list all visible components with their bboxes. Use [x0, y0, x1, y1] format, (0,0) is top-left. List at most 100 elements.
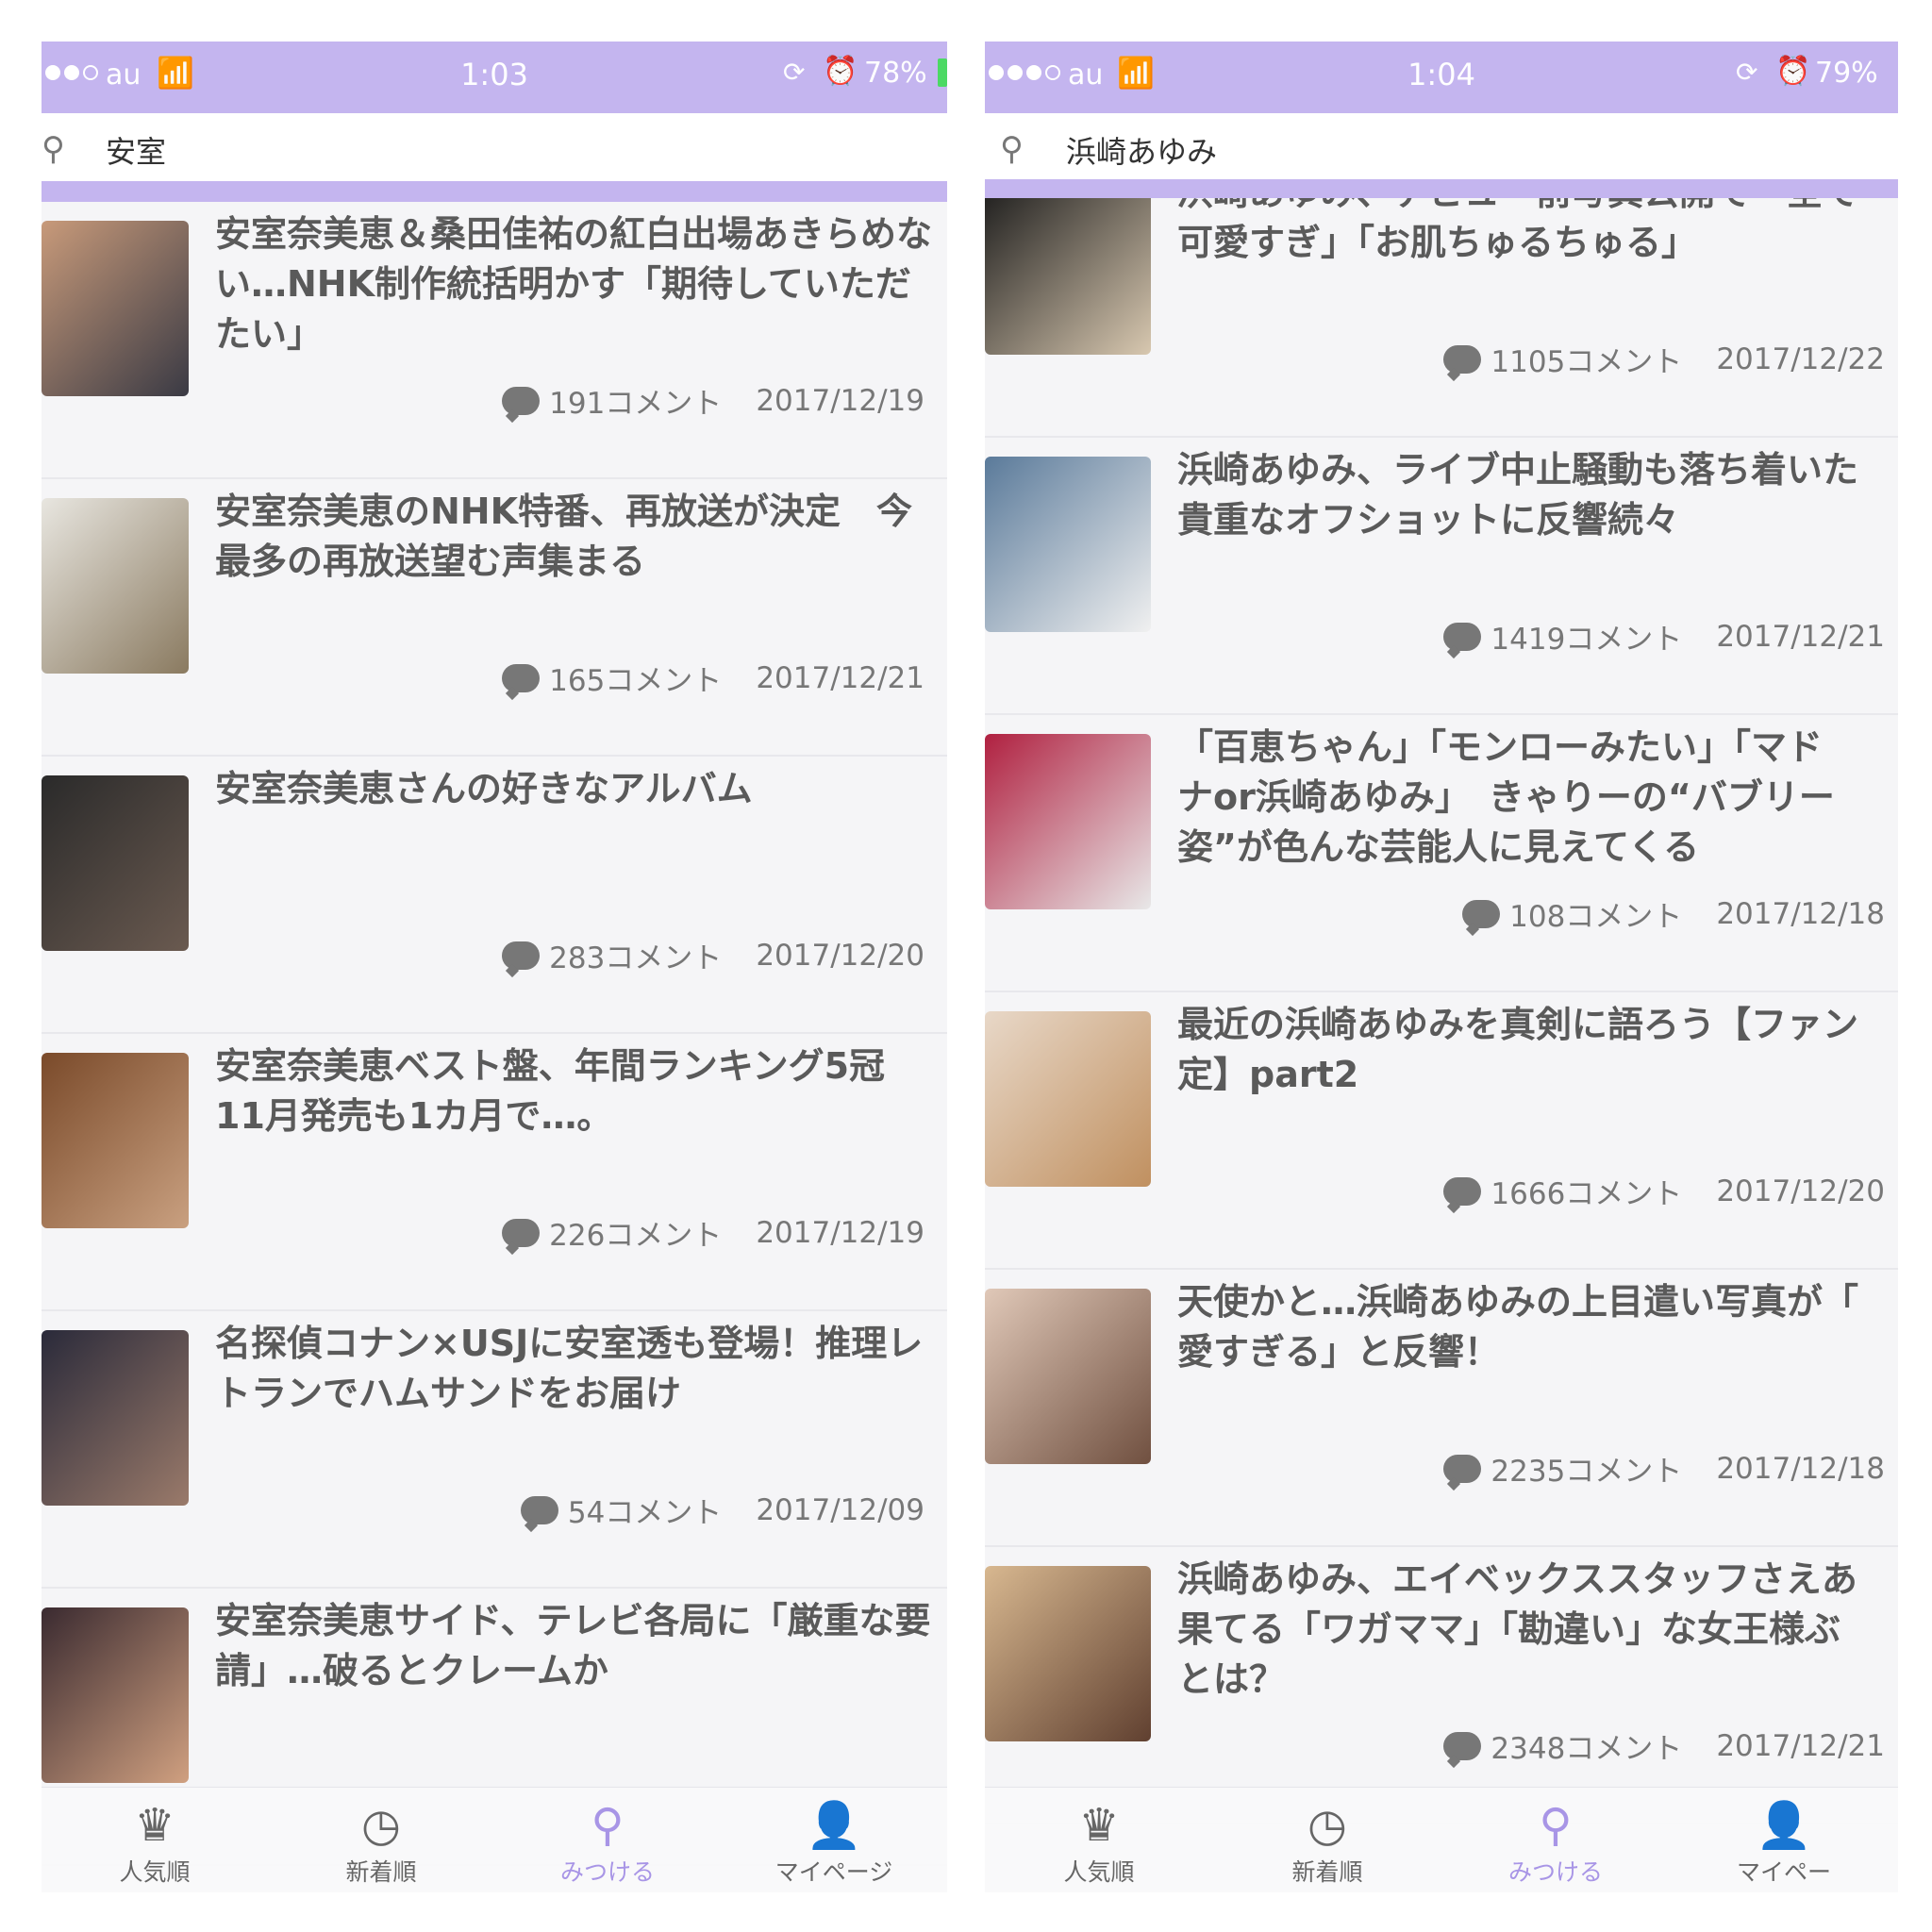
article-item[interactable]: 名探偵コナン×USJに安室透も登場！推理レ トランでハムサンドをお届け 54コメント… — [42, 1311, 947, 1589]
article-meta: 165コメント 2017/12/21 — [502, 657, 924, 699]
article-thumbnail — [42, 498, 189, 674]
alarm-icon: ⏰ — [1775, 55, 1811, 88]
tab-mypage[interactable]: 👤 マイペー — [1670, 1788, 1898, 1892]
article-meta: 226コメント 2017/12/19 — [502, 1211, 924, 1254]
article-title: 安室奈美恵ベスト盤、年間ランキング5冠 11月発売も1カ月で…。 — [215, 1041, 947, 1141]
comment-count: 191コメント — [549, 387, 723, 421]
tab-label: みつける — [559, 1858, 655, 1886]
left-screenshot: au 📶 1:03 ⟳ ⏰ 78% ⚲ 安室 安室奈美恵＆桑田佳祐の紅白出場あき… — [42, 42, 947, 1892]
article-thumbnail — [985, 457, 1151, 632]
article-title-line: 「百恵ちゃん」「モンローみたい」「マド — [1177, 726, 1824, 768]
article-item[interactable]: 安室奈美恵のNHK特番、再放送が決定 今最多の再放送望む声集まる 165コメント 2… — [42, 479, 947, 757]
article-title: 浜崎あゆみ、ライブ中止騒動も落ち着いた 貴重なオフショットに反響続々 — [1177, 445, 1898, 545]
status-bar: au 📶 1:03 ⟳ ⏰ 78% — [42, 42, 947, 113]
article-title: 天使かと…浜崎あゆみの上目遣い写真が「 愛すぎる」と反響！ — [1177, 1277, 1898, 1377]
battery-icon — [938, 58, 947, 87]
article-item[interactable]: 浜崎あゆみ、ライブ中止騒動も落ち着いた 貴重なオフショットに反響続々 1419コメン… — [985, 438, 1898, 715]
right-screenshot: au 📶 1:04 ⟳ ⏰ 79% ⚲ 浜崎あゆみ 浜崎あゆみ、デビュー前写真公… — [985, 42, 1898, 1892]
article-title-line: 姿”が色んな芸能人に見えてくる — [1177, 826, 1700, 868]
article-thumbnail — [42, 1330, 189, 1506]
article-date: 2017/12/21 — [1716, 619, 1885, 654]
article-meta: 1105コメント 2017/12/22 — [1443, 338, 1885, 380]
article-title-line: 天使かと…浜崎あゆみの上目遣い写真が「 — [1177, 1281, 1859, 1323]
tab-label: 新着順 — [1291, 1858, 1363, 1886]
article-title: 最近の浜崎あゆみを真剣に語ろう【ファン 定】part2 — [1177, 1000, 1898, 1100]
article-thumbnail — [42, 775, 189, 951]
article-title-line: 最近の浜崎あゆみを真剣に語ろう【ファン — [1177, 1004, 1859, 1045]
tab-new[interactable]: ◷ 新着順 — [1213, 1788, 1441, 1892]
article-meta: 54コメント 2017/12/09 — [520, 1489, 924, 1531]
search-bar[interactable]: ⚲ 安室 — [42, 113, 947, 181]
article-title-line: トランでハムサンドをお届け — [215, 1373, 682, 1414]
tab-discover[interactable]: ⚲ みつける — [494, 1788, 721, 1892]
article-title-line: 最多の再放送望む声集まる — [215, 541, 646, 582]
article-title-line: 11月発売も1カ月で…。 — [215, 1095, 613, 1137]
article-meta: 1666コメント 2017/12/20 — [1443, 1170, 1885, 1212]
tab-popular[interactable]: ♛ 人気順 — [985, 1788, 1213, 1892]
article-title-line: 果てる「ワガママ」「勘違い」な女王様ぶ — [1177, 1608, 1841, 1650]
tab-mypage[interactable]: 👤 マイページ — [721, 1788, 947, 1892]
article-item[interactable]: 安室奈美恵＆桑田佳祐の紅白出場あきらめな い…NHK制作統括明かす「期待していただ… — [42, 202, 947, 479]
article-title: 浜崎あゆみ、エイベックススタッフさえあ 果てる「ワガママ」「勘違い」な女王様ぶ とは… — [1177, 1555, 1898, 1705]
article-date: 2017/12/22 — [1716, 341, 1885, 376]
article-title: 安室奈美恵のNHK特番、再放送が決定 今最多の再放送望む声集まる — [215, 487, 947, 587]
search-icon: ⚲ — [591, 1799, 625, 1852]
article-item[interactable]: 「百恵ちゃん」「モンローみたい」「マド ナor浜崎あゆみ」 きゃりーの“バブリー姿… — [985, 715, 1898, 992]
article-date: 2017/12/18 — [1716, 1451, 1885, 1486]
tab-popular[interactable]: ♛ 人気順 — [42, 1788, 268, 1892]
comment-count: 1419コメント — [1491, 623, 1683, 657]
article-date: 2017/12/18 — [1716, 896, 1885, 931]
person-icon: 👤 — [1756, 1799, 1812, 1852]
rotation-lock-icon: ⟳ — [783, 57, 806, 88]
tab-bar: ♛ 人気順 ◷ 新着順 ⚲ みつける 👤 マイペー — [985, 1787, 1898, 1892]
search-bar[interactable]: ⚲ 浜崎あゆみ — [985, 113, 1898, 179]
article-title-line: 名探偵コナン×USJに安室透も登場！推理レ — [215, 1323, 924, 1364]
article-title-line: 安室奈美恵＆桑田佳祐の紅白出場あきらめな — [215, 213, 933, 255]
comment-count: 1666コメント — [1491, 1177, 1683, 1211]
article-date: 2017/12/09 — [756, 1492, 924, 1527]
article-title-line: ナor浜崎あゆみ」 きゃりーの“バブリー — [1177, 776, 1835, 818]
rotation-lock-icon: ⟳ — [1736, 57, 1758, 88]
article-thumbnail — [42, 221, 189, 396]
comment-count: 2348コメント — [1491, 1732, 1683, 1766]
tab-discover[interactable]: ⚲ みつける — [1441, 1788, 1670, 1892]
article-title-line: たい」 — [215, 313, 324, 355]
article-date: 2017/12/19 — [756, 1215, 924, 1250]
article-thumbnail — [985, 1566, 1151, 1741]
article-title-line: 浜崎あゆみ、エイベックススタッフさえあ — [1177, 1558, 1857, 1600]
article-title-line: 安室奈美恵ベスト盤、年間ランキング5冠 — [215, 1045, 886, 1087]
article-thumbnail — [985, 1289, 1151, 1464]
person-icon: 👤 — [806, 1799, 862, 1852]
article-thumbnail — [42, 1053, 189, 1228]
article-item[interactable]: 浜崎あゆみ、デビュー前写真公開で「全て可愛すぎ」「お肌ちゅるちゅる」1105コメ… — [985, 160, 1898, 438]
article-thumbnail — [985, 1011, 1151, 1187]
tab-label: みつける — [1507, 1858, 1603, 1886]
clock-icon: ◷ — [1307, 1799, 1347, 1852]
article-title-line: 貴重なオフショットに反響続々 — [1177, 499, 1680, 541]
tab-label: マイペー — [1736, 1858, 1831, 1886]
article-title-line: 浜崎あゆみ、ライブ中止騒動も落ち着いた — [1177, 449, 1859, 491]
search-icon: ⚲ — [42, 130, 65, 168]
article-title-line: 安室奈美恵さんの好きなアルバム — [215, 768, 753, 809]
article-item[interactable]: 安室奈美恵さんの好きなアルバム 283コメント 2017/12/20 — [42, 757, 947, 1034]
article-thumbnail — [985, 179, 1151, 355]
search-icon: ⚲ — [1539, 1799, 1573, 1852]
article-item[interactable]: 浜崎あゆみ、エイベックススタッフさえあ 果てる「ワガママ」「勘違い」な女王様ぶ とは… — [985, 1547, 1898, 1824]
accent-divider — [985, 179, 1898, 198]
article-title-line: 請」…破るとクレームか — [215, 1650, 608, 1691]
article-title-line: い…NHK制作統括明かす「期待していただ — [215, 263, 911, 305]
tab-new[interactable]: ◷ 新着順 — [268, 1788, 494, 1892]
comment-count: 54コメント — [567, 1496, 723, 1530]
article-item[interactable]: 天使かと…浜崎あゆみの上目遣い写真が「 愛すぎる」と反響！ 2235コメント 2017… — [985, 1270, 1898, 1547]
search-query[interactable]: 安室 — [106, 128, 166, 172]
article-item[interactable]: 最近の浜崎あゆみを真剣に語ろう【ファン 定】part2 1666コメント 2017/1… — [985, 992, 1898, 1270]
search-query[interactable]: 浜崎あゆみ — [1066, 128, 1217, 172]
article-title-line: とは？ — [1177, 1658, 1286, 1700]
article-item[interactable]: 安室奈美恵ベスト盤、年間ランキング5冠 11月発売も1カ月で…。 226コメント 20… — [42, 1034, 947, 1311]
speech-bubble-icon — [1462, 899, 1501, 928]
article-date: 2017/12/21 — [756, 660, 924, 695]
article-title-line: 愛すぎる」と反響！ — [1177, 1331, 1501, 1373]
article-meta: 191コメント 2017/12/19 — [502, 379, 924, 422]
article-title: 安室奈美恵サイド、テレビ各局に「厳重な要 請」…破るとクレームか — [215, 1596, 947, 1696]
article-title: 「百恵ちゃん」「モンローみたい」「マド ナor浜崎あゆみ」 きゃりーの“バブリー姿… — [1177, 723, 1898, 873]
